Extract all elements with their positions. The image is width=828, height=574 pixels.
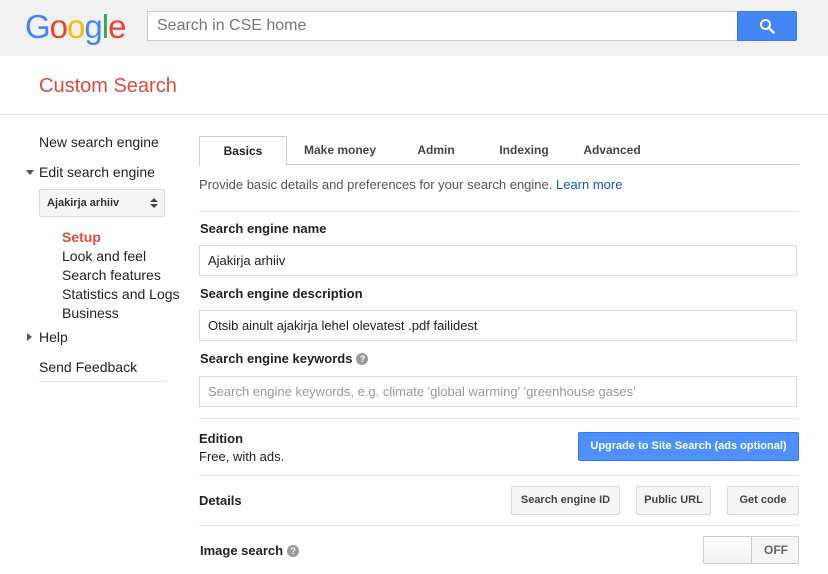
tab-basics[interactable]: Basics (199, 136, 287, 166)
help-icon[interactable]: ? (287, 544, 300, 557)
engine-description-label-text: Search engine description (200, 286, 363, 301)
engine-description-field (199, 310, 797, 341)
image-search-label-text: Image search (200, 543, 284, 558)
logo-letter: G (25, 8, 51, 45)
tab-advanced[interactable]: Advanced (575, 136, 649, 165)
intro-description: Provide basic details and preferences fo… (199, 177, 556, 192)
sidebar-item-statistics[interactable]: Statistics and Logs (62, 286, 180, 302)
edition-title: Edition (199, 431, 244, 446)
toggle-state: OFF (764, 543, 788, 557)
select-updown-icon (150, 198, 158, 208)
engine-name-field (199, 245, 797, 276)
sidebar-item-new-engine[interactable]: New search engine (39, 134, 159, 150)
sidebar-item-look-and-feel[interactable]: Look and feel (62, 248, 146, 264)
sidebar-item-business[interactable]: Business (62, 305, 119, 321)
sidebar-item-setup[interactable]: Setup (62, 229, 101, 245)
edition-value: Free, with ads. (199, 449, 285, 464)
logo-letter: o (67, 8, 85, 45)
engine-keywords-input[interactable] (200, 377, 796, 406)
divider (199, 418, 799, 419)
search-input[interactable] (148, 12, 738, 40)
tab-admin[interactable]: Admin (399, 136, 473, 165)
magnifier-icon (760, 19, 775, 34)
sidebar-item-send-feedback[interactable]: Send Feedback (39, 359, 137, 375)
intro-text: Provide basic details and preferences fo… (199, 177, 622, 192)
engine-keywords-label: Search engine keywords? (200, 351, 369, 366)
title-bar: Custom Search (0, 56, 828, 115)
logo-letter: g (84, 8, 102, 45)
engine-select[interactable]: Ajakirja arhiiv (39, 189, 165, 217)
toggle-knob (704, 537, 752, 563)
search-engine-id-button[interactable]: Search engine ID (511, 486, 620, 515)
engine-select-value: Ajakirja arhiiv (47, 197, 120, 209)
app-title[interactable]: Custom Search (39, 75, 177, 98)
divider (199, 211, 799, 212)
search-button[interactable] (737, 11, 797, 41)
tab-make-money[interactable]: Make money (295, 136, 385, 165)
sidebar-item-edit-engine[interactable]: Edit search engine (39, 164, 155, 180)
engine-description-label: Search engine description (200, 286, 363, 301)
top-bar: Google (0, 0, 828, 56)
tab-indexing[interactable]: Indexing (487, 136, 561, 165)
google-logo[interactable]: Google (25, 8, 126, 45)
engine-description-input[interactable] (200, 311, 796, 340)
sidebar-item-help[interactable]: Help (39, 329, 68, 345)
engine-name-label-text: Search engine name (200, 221, 327, 236)
public-url-button[interactable]: Public URL (636, 486, 711, 515)
learn-more-link[interactable]: Learn more (556, 177, 622, 192)
engine-keywords-label-text: Search engine keywords (200, 351, 353, 366)
logo-letter: e (108, 8, 126, 45)
divider (199, 525, 799, 526)
sidebar-divider (39, 381, 167, 382)
image-search-label: Image search? (200, 543, 300, 558)
upgrade-button[interactable]: Upgrade to Site Search (ads optional) (578, 432, 799, 461)
engine-name-label: Search engine name (200, 221, 326, 236)
expand-right-icon[interactable] (27, 333, 32, 341)
expand-down-icon[interactable] (26, 170, 34, 175)
image-search-toggle[interactable]: OFF (703, 536, 799, 564)
engine-keywords-field (199, 376, 797, 407)
sidebar-item-search-features[interactable]: Search features (62, 267, 161, 283)
engine-name-input[interactable] (200, 246, 796, 275)
tab-bar: Basics Make money Admin Indexing Advance… (199, 136, 799, 166)
search-box (147, 11, 738, 41)
help-icon[interactable]: ? (356, 352, 369, 365)
logo-letter: o (49, 8, 68, 45)
get-code-button[interactable]: Get code (727, 486, 799, 515)
details-title: Details (199, 493, 242, 508)
divider (199, 475, 799, 476)
